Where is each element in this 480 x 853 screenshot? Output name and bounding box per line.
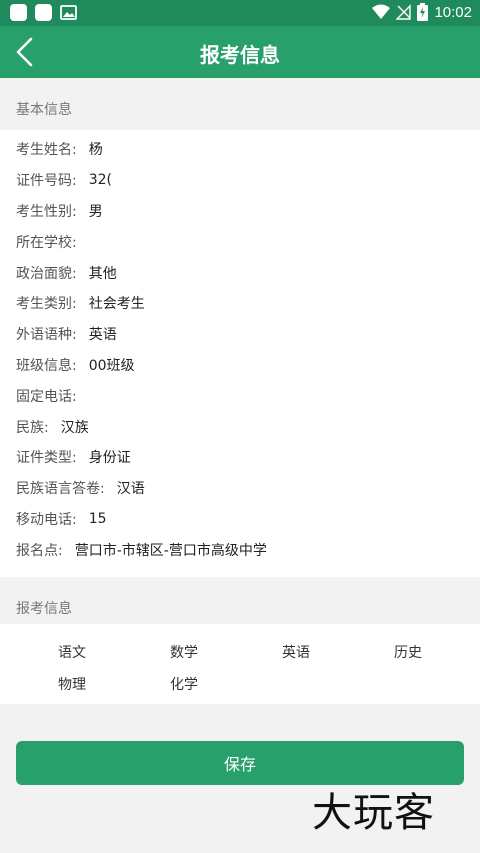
info-value: 汉族 <box>60 419 89 436</box>
info-row-ethnicity: 民族: 汉族 <box>0 411 480 442</box>
info-label: 报名点: <box>16 542 63 559</box>
info-value: 其他 <box>88 265 117 282</box>
info-value: 营口市-市辖区-营口市高级中学 <box>74 542 267 559</box>
app-bar: 报考信息 <box>0 26 480 78</box>
save-button[interactable]: 保存 <box>16 741 464 785</box>
info-label: 民族: <box>16 419 49 436</box>
info-row-candidate-type: 考生类别: 社会考生 <box>0 288 480 319</box>
subjects-card: 语文 数学 英语 历史 物理 化学 <box>0 624 480 704</box>
info-value: 汉语 <box>116 481 145 498</box>
info-row-landline: 固定电话: <box>0 380 480 411</box>
info-label: 考生类别: <box>16 296 77 313</box>
section-title: 报考信息 <box>16 601 72 617</box>
info-value: 英语 <box>88 327 117 344</box>
info-label: 移动电话: <box>16 511 77 528</box>
info-label: 班级信息: <box>16 357 77 374</box>
subject-item: 数学 <box>170 645 198 661</box>
section-title: 基本信息 <box>16 102 72 118</box>
info-row-gender: 考生性别: 男 <box>0 196 480 227</box>
notification-icon <box>35 4 52 21</box>
battery-charging-icon <box>417 3 429 21</box>
image-notification-icon <box>60 5 77 20</box>
info-value: 00班级 <box>88 357 135 374</box>
signal-icon <box>396 4 412 20</box>
info-value: 杨 <box>88 142 103 159</box>
info-value: 身份证 <box>88 450 131 467</box>
info-label: 固定电话: <box>16 388 77 405</box>
subject-item: 化学 <box>170 677 198 693</box>
wifi-icon <box>372 4 391 19</box>
info-label: 外语语种: <box>16 327 77 344</box>
info-row-political-status: 政治面貌: 其他 <box>0 257 480 288</box>
info-row-name: 考生姓名: 杨 <box>0 134 480 165</box>
status-bar: 10:02 <box>0 0 480 26</box>
info-row-school: 所在学校: <box>0 226 480 257</box>
info-row-id-type: 证件类型: 身份证 <box>0 442 480 473</box>
info-label: 证件号码: <box>16 173 77 190</box>
info-label: 所在学校: <box>16 234 77 251</box>
info-value: 男 <box>88 203 103 220</box>
basic-info-card: 考生姓名: 杨 证件号码: 32( 考生性别: 男 所在学校: 政治面貌: 其他… <box>0 130 480 577</box>
info-value: 社会考生 <box>88 296 145 313</box>
notification-icons <box>10 4 77 21</box>
info-row-foreign-language: 外语语种: 英语 <box>0 319 480 350</box>
info-row-mobile: 移动电话: 15 <box>0 504 480 535</box>
basic-info-section-header: 基本信息 <box>0 86 480 130</box>
page-title: 报考信息 <box>200 43 280 67</box>
info-label: 民族语言答卷: <box>16 481 105 498</box>
info-label: 政治面貌: <box>16 265 77 282</box>
info-row-id-number: 证件号码: 32( <box>0 165 480 196</box>
info-value: 15 <box>88 510 107 527</box>
watermark-text: 大玩客 <box>312 790 435 836</box>
status-time: 10:02 <box>434 3 472 21</box>
info-row-class: 班级信息: 00班级 <box>0 350 480 381</box>
info-label: 考生姓名: <box>16 142 77 159</box>
subject-grid: 语文 数学 英语 历史 物理 化学 <box>0 624 480 694</box>
info-value: 32( <box>88 172 112 189</box>
notification-icon <box>10 4 27 21</box>
info-row-answer-language: 民族语言答卷: 汉语 <box>0 473 480 504</box>
info-label: 考生性别: <box>16 203 77 220</box>
exam-info-section-header: 报考信息 <box>0 585 480 629</box>
subject-item: 物理 <box>58 677 86 693</box>
info-label: 证件类型: <box>16 450 77 467</box>
subject-item: 英语 <box>282 645 310 661</box>
subject-item: 语文 <box>58 645 86 661</box>
subject-item: 历史 <box>394 645 422 661</box>
info-row-registration-site: 报名点: 营口市-市辖区-营口市高级中学 <box>0 534 480 565</box>
